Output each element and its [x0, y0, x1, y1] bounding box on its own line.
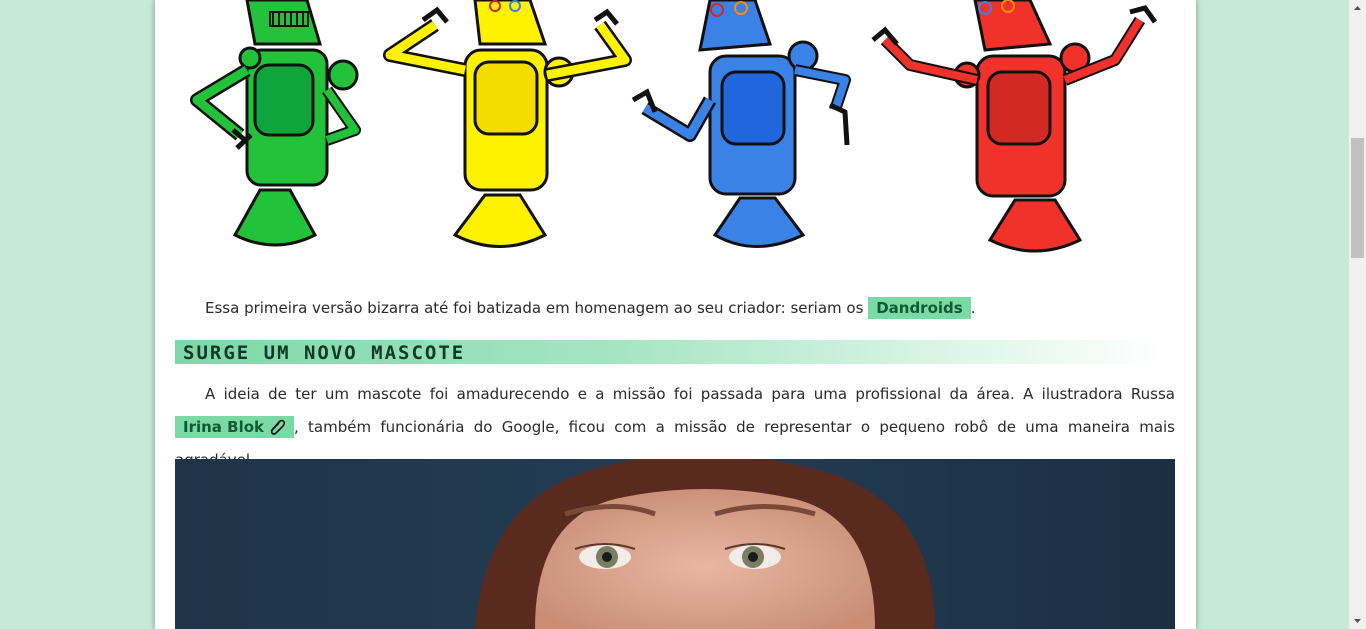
scroll-up-icon[interactable]	[1349, 0, 1366, 17]
irina-blok-link[interactable]: Irina Blok	[175, 416, 294, 438]
dandroids-illustration	[190, 0, 1158, 253]
green-robot	[190, 0, 361, 247]
irina-blok-photo	[175, 459, 1175, 629]
dandroids-link[interactable]: Dandroids	[868, 297, 971, 319]
scroll-down-icon[interactable]	[1349, 612, 1366, 629]
intro-text: Essa primeira versão bizarra até foi bat…	[205, 299, 864, 317]
blue-robot	[631, 0, 851, 248]
red-robot	[871, 0, 1158, 253]
scrollbar-thumb[interactable]	[1351, 138, 1364, 258]
intro-paragraph: Essa primeira versão bizarra até foi bat…	[175, 292, 1175, 325]
irina-blok-label: Irina Blok	[183, 418, 264, 436]
intro-after: .	[970, 299, 976, 317]
mascot-text: A ideia de ter um mascote foi amadurecen…	[205, 385, 1175, 403]
section-heading-text: SURGE UM NOVO MASCOTE	[183, 342, 466, 364]
paperclip-icon	[270, 419, 286, 435]
section-heading: SURGE UM NOVO MASCOTE	[175, 340, 1165, 364]
yellow-robot	[383, 0, 632, 248]
article-page: Essa primeira versão bizarra até foi bat…	[155, 0, 1196, 629]
page-scrollbar[interactable]	[1349, 0, 1366, 629]
